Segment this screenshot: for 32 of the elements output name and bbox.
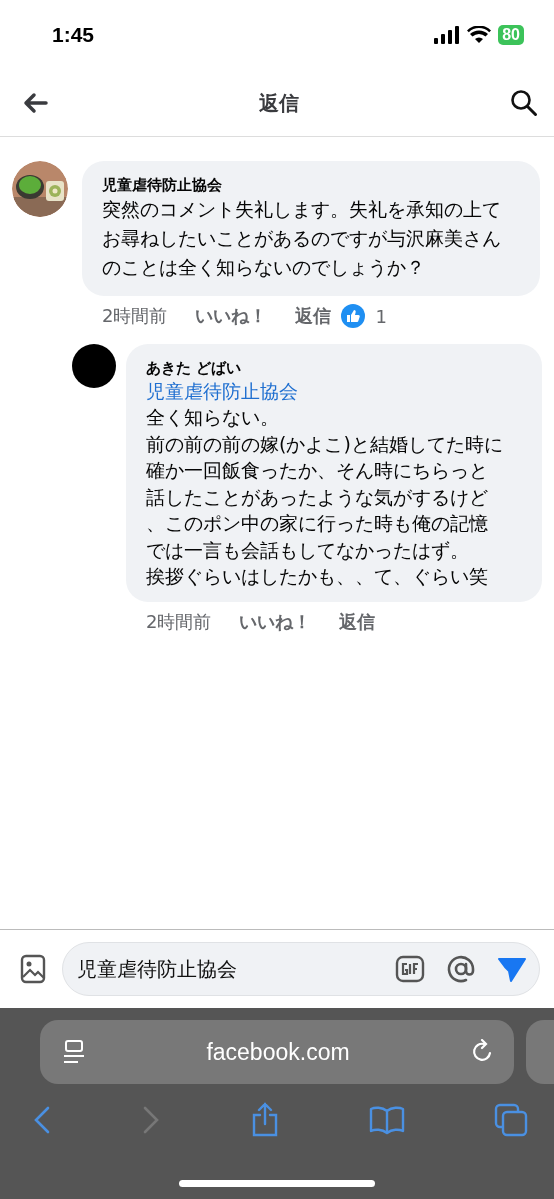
author-name[interactable]: 児童虐待防止協会 (102, 175, 540, 195)
comment-input-field[interactable]: 児童虐待防止協会 (62, 942, 540, 996)
wifi-icon (467, 26, 492, 44)
reply-link[interactable]: 返信 (339, 609, 376, 634)
status-time: 1:45 (52, 23, 95, 47)
reader-icon[interactable] (62, 1039, 86, 1065)
mention-icon[interactable] (445, 953, 477, 985)
mention-link[interactable]: 児童虐待防止協会 (146, 378, 542, 404)
photo-icon[interactable] (20, 954, 46, 984)
battery-level: 80 (498, 25, 524, 45)
timestamp: 2時間前 (146, 609, 212, 634)
avatar[interactable] (72, 344, 116, 388)
reply-link[interactable]: 返信 (295, 304, 332, 328)
search-icon[interactable] (510, 89, 538, 117)
tabs-icon[interactable] (494, 1103, 528, 1137)
back-icon[interactable] (32, 1105, 52, 1135)
comment-text: 突然のコメント失礼します。失礼を承知の上て お尋ねしたいことがあるのですが与沢麻美さん のことは全く知らないのでしょうか？ (102, 197, 502, 280)
bookmarks-icon[interactable] (369, 1105, 405, 1135)
send-icon[interactable] (497, 955, 527, 983)
page-title: 返信 (259, 89, 299, 117)
like-reaction-icon[interactable] (341, 304, 366, 328)
reaction-count: 1 (375, 305, 387, 327)
like-link[interactable]: いいね！ (195, 304, 268, 328)
comment-text: 全く知らない。 前の前の前の嫁(かよこ)と結婚してた時に 確か一回飯食ったか、そん時にちらっと 話したことがあったような気がするけど 、このポン中の家に行った時も俺の記憶 では一言も会話もしてなかったはず。 挨拶ぐらいはしたかも、、て、ぐらい笑 (146, 405, 504, 589)
signal-icon (434, 26, 461, 44)
timestamp: 2時間前 (102, 304, 168, 328)
address-bar[interactable]: facebook.com (40, 1020, 514, 1084)
author-name[interactable]: あきた どばい (146, 358, 542, 378)
like-link[interactable]: いいね！ (239, 609, 312, 634)
share-icon[interactable] (250, 1102, 280, 1138)
back-arrow-icon[interactable] (22, 92, 48, 114)
gif-icon[interactable] (395, 955, 425, 983)
